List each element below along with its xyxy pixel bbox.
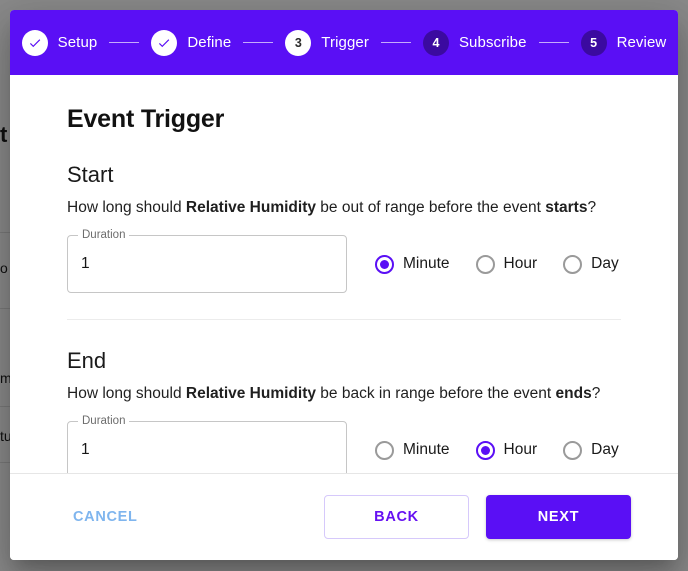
stepper-item-label: Trigger — [321, 34, 369, 51]
radio-label: Day — [591, 255, 619, 272]
event-trigger-dialog: Setup Define 3 Trigger 4 Subscribe 5 Review Eve… — [10, 10, 678, 560]
stepper-item-setup[interactable]: Setup — [21, 29, 98, 56]
section-description-start: How long should Relative Humidity be out… — [67, 199, 621, 217]
dialog-footer: CANCEL BACK NEXT — [10, 474, 678, 560]
radio-label: Minute — [403, 441, 450, 458]
end-unit-day[interactable]: Day — [563, 440, 619, 460]
start-unit-minute[interactable]: Minute — [375, 254, 450, 274]
end-duration-row: Duration Minute Hour Day — [67, 414, 621, 473]
stepper-item-label: Define — [187, 34, 232, 51]
start-unit-day[interactable]: Day — [563, 254, 619, 274]
step-connector — [538, 42, 569, 43]
stepper-item-review[interactable]: 5 Review — [580, 29, 667, 56]
desc-text: ? — [587, 199, 597, 216]
start-duration-row: Duration Minute Hour Day — [67, 228, 621, 293]
radio-unchecked-icon[interactable] — [563, 440, 583, 460]
end-unit-hour[interactable]: Hour — [475, 440, 538, 460]
step-number-badge: 5 — [580, 29, 607, 56]
radio-label: Hour — [503, 441, 538, 458]
wizard-stepper: Setup Define 3 Trigger 4 Subscribe 5 Review — [10, 10, 678, 75]
stepper-item-trigger[interactable]: 3 Trigger — [285, 29, 369, 56]
step-connector — [243, 42, 274, 43]
desc-text: How long should — [67, 385, 186, 402]
desc-event-verb: ends — [555, 385, 592, 402]
radio-unchecked-icon[interactable] — [563, 254, 583, 274]
section-heading-start: Start — [67, 162, 114, 187]
step-number-badge: 4 — [422, 29, 449, 56]
section-start: Start How long should Relative Humidity … — [67, 162, 621, 293]
page-title: Event Trigger — [67, 105, 225, 133]
desc-event-verb: starts — [545, 199, 588, 216]
desc-metric-name: Relative Humidity — [185, 385, 316, 402]
radio-label: Day — [591, 441, 619, 458]
stepper-item-label: Subscribe — [458, 34, 527, 51]
section-heading-end: End — [67, 348, 107, 373]
radio-unchecked-icon[interactable] — [475, 254, 495, 274]
desc-text: How long should — [67, 199, 186, 216]
radio-label: Hour — [503, 255, 538, 272]
end-duration-field[interactable]: Duration — [67, 414, 347, 473]
stepper-item-label: Review — [616, 34, 667, 51]
next-button[interactable]: NEXT — [486, 495, 631, 539]
desc-metric-name: Relative Humidity — [185, 199, 316, 216]
desc-text: ? — [591, 385, 601, 402]
section-end: End How long should Relative Humidity be… — [67, 348, 621, 473]
start-duration-input[interactable] — [67, 235, 347, 293]
desc-text: be back in range before the event — [315, 385, 556, 402]
radio-unchecked-icon[interactable] — [375, 440, 394, 460]
step-number-badge: 3 — [285, 29, 312, 56]
check-icon — [21, 29, 48, 56]
radio-checked-icon[interactable] — [375, 254, 394, 274]
stepper-item-label: Setup — [57, 34, 98, 51]
start-unit-radio-group: Minute Hour Day — [375, 254, 619, 274]
back-button[interactable]: BACK — [324, 495, 469, 539]
radio-label: Minute — [403, 255, 450, 272]
stepper-item-define[interactable]: Define — [151, 29, 232, 56]
step-connector — [109, 42, 140, 43]
end-unit-minute[interactable]: Minute — [375, 440, 450, 460]
desc-text: be out of range before the event — [315, 199, 546, 216]
check-icon — [151, 29, 178, 56]
start-duration-field[interactable]: Duration — [67, 228, 347, 293]
radio-checked-icon[interactable] — [475, 440, 495, 460]
dialog-body: Event Trigger Start How long should Rela… — [10, 75, 678, 474]
cancel-button[interactable]: CANCEL — [67, 499, 144, 535]
start-unit-hour[interactable]: Hour — [475, 254, 538, 274]
step-connector — [380, 42, 411, 43]
section-description-end: How long should Relative Humidity be bac… — [67, 385, 621, 403]
stepper-item-subscribe[interactable]: 4 Subscribe — [422, 29, 527, 56]
section-divider — [67, 319, 621, 320]
end-duration-input[interactable] — [67, 421, 347, 473]
end-unit-radio-group: Minute Hour Day — [375, 440, 619, 460]
